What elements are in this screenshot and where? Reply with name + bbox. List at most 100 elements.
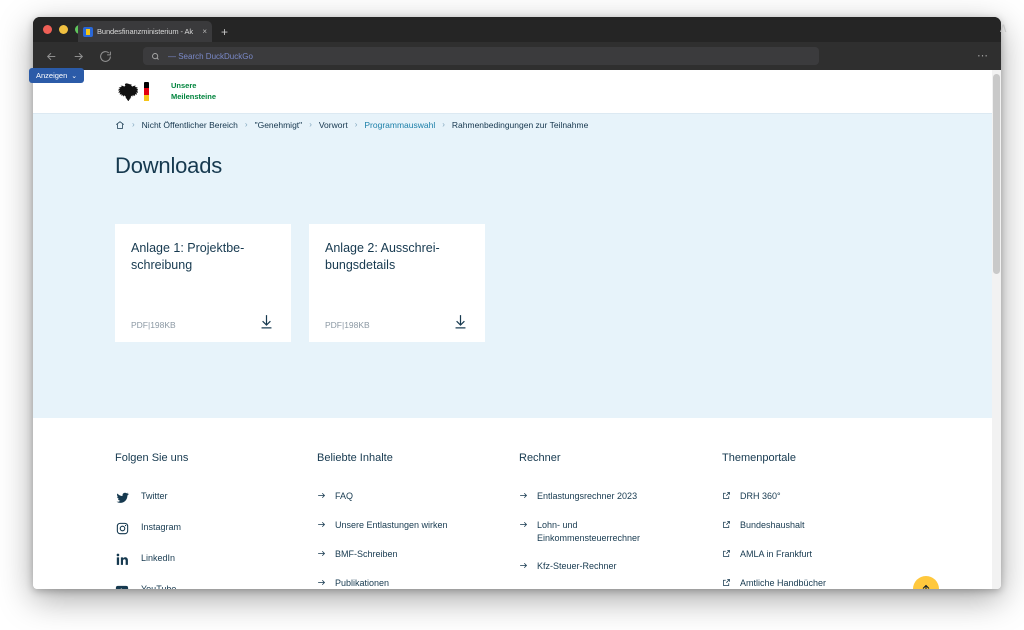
external-link-icon	[722, 520, 731, 533]
download-card-footer: PDF|198KB	[131, 313, 275, 330]
address-bar[interactable]: — Search DuckDuckGo	[143, 47, 819, 65]
twitter-icon	[115, 490, 129, 504]
browser-tab-active[interactable]: Bundesfinanzministerium - Ak ×	[78, 21, 212, 42]
download-icon[interactable]	[452, 313, 469, 330]
page-viewport: Unsere Meilensteine › Nicht Öffentlicher…	[33, 70, 1001, 589]
favicon-icon	[83, 26, 93, 37]
external-link-icon	[722, 578, 731, 589]
download-card[interactable]: Anlage 1: Projektbe- schreibung PDF|198K…	[115, 224, 291, 342]
download-card-title: Anlage 2: Ausschrei- bungsdetails	[325, 241, 440, 272]
breadcrumb-item-1[interactable]: "Genehmigt"	[255, 120, 303, 130]
breadcrumb-separator: ›	[132, 120, 135, 129]
back-arrow-icon[interactable]	[45, 50, 58, 63]
search-icon	[151, 52, 160, 61]
download-card-list: Anlage 1: Projektbe- schreibung PDF|198K…	[115, 224, 1001, 342]
footer-link-amtliche-handbuecher[interactable]: Amtliche Handbücher	[722, 577, 942, 589]
footer-link-youtube[interactable]: YouTube	[115, 583, 317, 589]
arrow-right-icon	[519, 491, 528, 504]
close-tab-icon[interactable]: ×	[202, 27, 207, 36]
site-footer: Folgen Sie uns Twitter Instagram LinkedI…	[33, 418, 1001, 589]
arrow-right-icon	[317, 549, 326, 562]
footer-link-label: Publikationen	[335, 578, 390, 589]
footer-link-drh-360[interactable]: DRH 360°	[722, 490, 942, 504]
main-content: Downloads Anlage 1: Projektbe- schreibun…	[33, 135, 1001, 418]
footer-link-amla-in-frankfurt[interactable]: AMLA in Frankfurt	[722, 548, 942, 562]
breadcrumb-item-0[interactable]: Nicht Öffentlicher Bereich	[142, 120, 238, 130]
footer-link-publikationen[interactable]: Publikationen	[317, 577, 519, 589]
page-title: Downloads	[115, 153, 223, 178]
footer-link-label: Lohn- und Einkommensteuerrechner	[537, 520, 641, 544]
breadcrumb-separator: ›	[244, 120, 248, 129]
corner-glyph-icon: ∧	[998, 20, 1008, 35]
footer-link-label: Bundeshaushalt	[740, 520, 805, 531]
reload-icon[interactable]	[99, 50, 112, 63]
footer-column-popular-content: Beliebte Inhalte FAQ Unsere Entlastungen…	[317, 452, 519, 589]
arrow-right-icon	[317, 491, 326, 504]
site-logo[interactable]: Unsere Meilensteine	[115, 80, 216, 104]
linkedin-icon	[115, 552, 129, 566]
footer-link-label: Amtliche Handbücher	[740, 578, 827, 589]
footer-column-topic-portals: Themenportale DRH 360° Bundeshaushalt AM…	[722, 452, 942, 589]
footer-column-calculators: Rechner Entlastungsrechner 2023 Lohn- un…	[519, 452, 722, 589]
arrow-right-icon	[317, 578, 326, 589]
external-link-icon	[722, 549, 731, 562]
footer-link-label: Instagram	[141, 522, 182, 533]
site-logo-text: Unsere Meilensteine	[171, 81, 216, 101]
footer-link-linkedin[interactable]: LinkedIn	[115, 552, 317, 566]
browser-window: Bundesfinanzministerium - Ak × + — Searc…	[33, 17, 1001, 589]
browser-menu-button[interactable]: ⋯	[977, 50, 989, 62]
download-card-title: Anlage 1: Projektbe- schreibung	[131, 241, 245, 272]
minimize-window-button[interactable]	[59, 25, 68, 34]
forward-arrow-icon[interactable]	[72, 50, 85, 63]
page-scrollbar-thumb[interactable]	[993, 74, 1000, 274]
footer-link-entlastungsrechner-2023[interactable]: Entlastungsrechner 2023	[519, 490, 722, 504]
footer-link-instagram[interactable]: Instagram	[115, 521, 317, 535]
footer-link-lohn-und-einkommensteuerrechner[interactable]: Lohn- und Einkommensteuerrechner	[519, 519, 722, 545]
download-icon[interactable]	[258, 313, 275, 330]
footer-link-kfz-steuer-rechner[interactable]: Kfz-Steuer-Rechner	[519, 560, 722, 574]
footer-link-label: Entlastungsrechner 2023	[537, 491, 638, 501]
download-card[interactable]: Anlage 2: Ausschrei- bungsdetails PDF|19…	[309, 224, 485, 342]
footer-link-unsere-entlastungen-wirken[interactable]: Unsere Entlastungen wirken	[317, 519, 519, 533]
footer-link-bmf-schreiben[interactable]: BMF-Schreiben	[317, 548, 519, 562]
arrow-right-icon	[317, 520, 326, 533]
anzeigen-dropdown-button[interactable]: Anzeigen ⌄	[29, 68, 85, 83]
breadcrumb-separator: ›	[442, 120, 445, 129]
logo-line-2: Meilensteine	[171, 91, 217, 101]
site-header: Unsere Meilensteine	[33, 70, 1001, 113]
footer-link-faq[interactable]: FAQ	[317, 490, 519, 504]
footer-column-heading: Themenportale	[722, 452, 796, 464]
arrow-right-icon	[519, 520, 528, 533]
footer-link-label: LinkedIn	[141, 553, 176, 564]
footer-link-label: BMF-Schreiben	[335, 549, 398, 560]
anzeigen-label: Anzeigen	[36, 71, 68, 80]
logo-line-1: Unsere	[171, 81, 197, 91]
footer-link-label: YouTube	[141, 583, 176, 589]
federal-eagle-icon	[117, 82, 138, 101]
breadcrumb-item-3[interactable]: Programmauswahl	[364, 120, 435, 130]
close-window-button[interactable]	[43, 25, 52, 34]
footer-column-follow-us: Folgen Sie uns Twitter Instagram LinkedI…	[115, 452, 317, 589]
page-scrollbar-track[interactable]	[992, 70, 1001, 589]
arrow-right-icon	[519, 561, 528, 574]
tab-title: Bundesfinanzministerium - Ak	[97, 27, 193, 36]
navigation-buttons	[45, 50, 112, 63]
breadcrumb-separator: ›	[354, 120, 358, 129]
footer-link-bundeshaushalt[interactable]: Bundeshaushalt	[722, 519, 942, 533]
download-card-meta: PDF|198KB	[131, 320, 176, 330]
new-tab-button[interactable]: +	[221, 26, 228, 38]
footer-link-label: Unsere Entlastungen wirken	[335, 520, 448, 531]
instagram-icon	[115, 521, 129, 535]
german-flag-icon	[144, 81, 149, 102]
home-icon[interactable]	[115, 120, 125, 130]
breadcrumb-item-2[interactable]: Vorwort	[319, 120, 348, 130]
footer-link-label: Kfz-Steuer-Rechner	[537, 561, 617, 572]
breadcrumb-separator: ›	[309, 120, 312, 129]
footer-link-label: FAQ	[335, 491, 354, 501]
breadcrumb-item-4: Rahmenbedingungen zur Teilnahme	[451, 119, 589, 130]
external-link-icon	[722, 491, 731, 504]
footer-link-twitter[interactable]: Twitter	[115, 490, 317, 504]
browser-tabstrip: Bundesfinanzministerium - Ak × +	[33, 17, 1001, 42]
breadcrumb: › Nicht Öffentlicher Bereich › "Genehmig…	[33, 113, 1001, 135]
footer-column-heading: Rechner	[519, 452, 561, 464]
